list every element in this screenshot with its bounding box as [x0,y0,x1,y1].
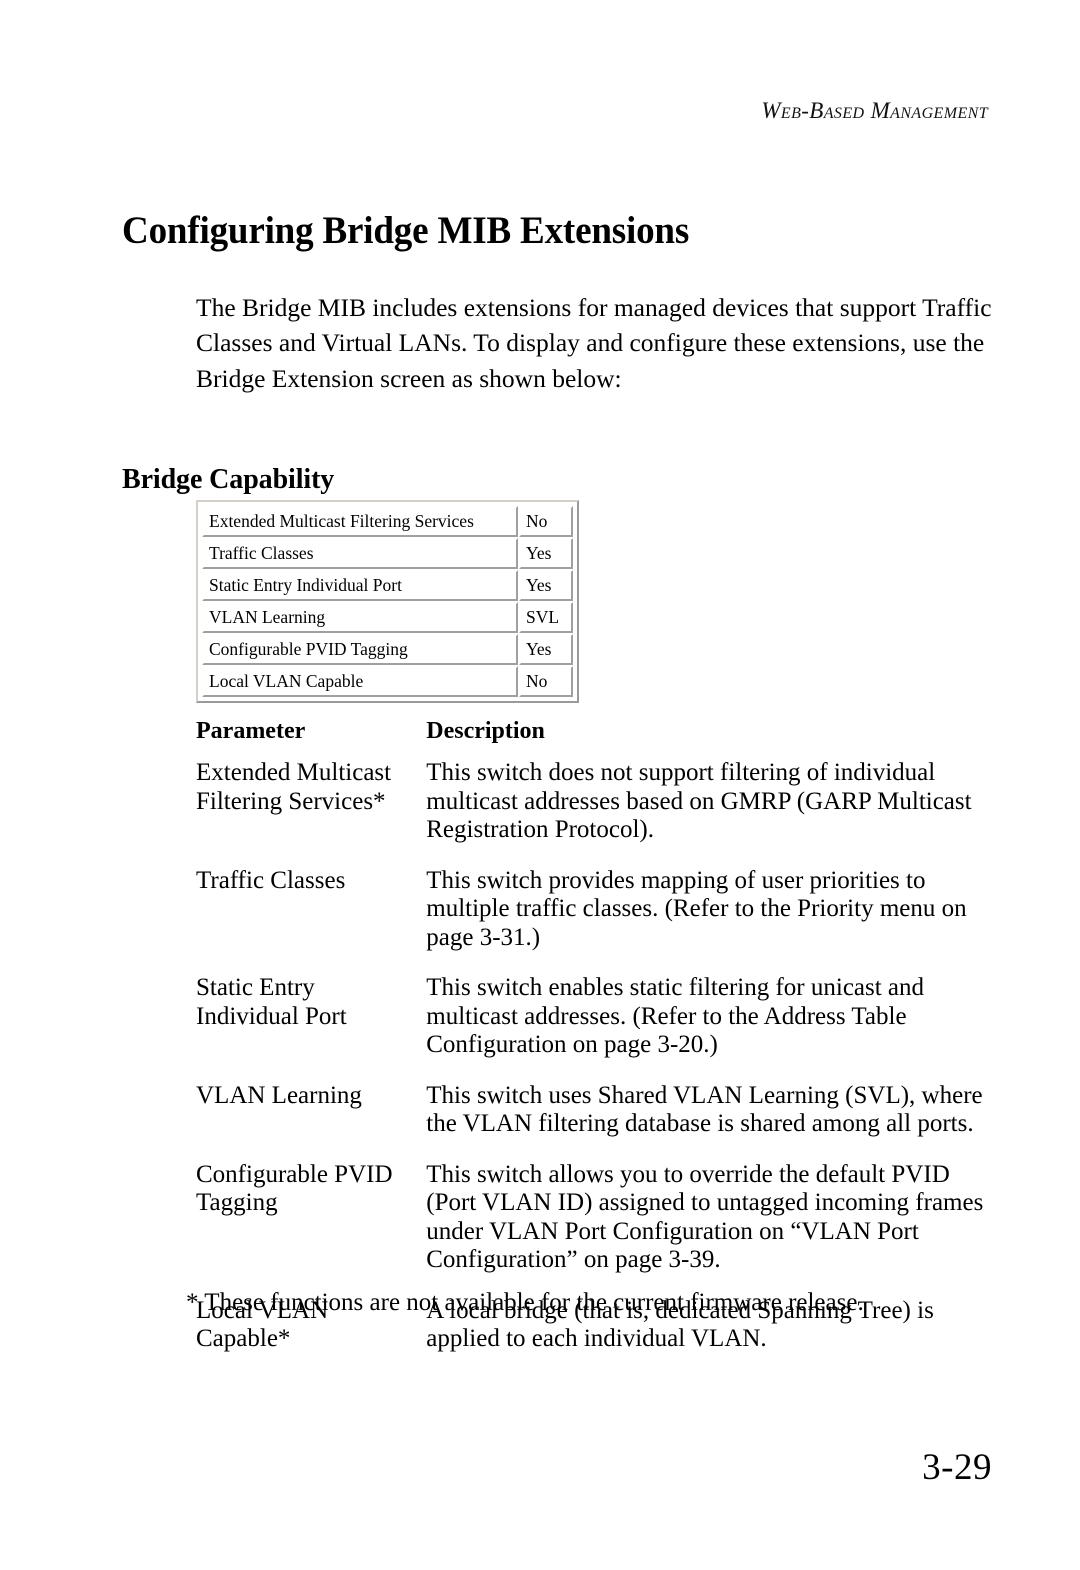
capability-name: Local VLAN Capable [202,666,518,697]
column-header-description: Description [426,718,545,744]
capability-value: No [519,666,573,697]
capability-name: Traffic Classes [202,538,518,569]
capability-name: VLAN Learning [202,602,518,633]
capability-value: No [519,506,573,537]
parameter-description: This switch enables static filtering for… [426,974,925,1058]
table-row: VLAN Learning This switch uses Shared VL… [196,1082,996,1161]
capability-name: Extended Multicast Filtering Services [202,506,518,537]
table-row: Local VLAN Capable No [202,666,573,697]
capability-table: Extended Multicast Filtering Services No… [201,505,574,698]
parameter-name: Extended Multicast Filtering Services* [196,759,392,815]
table-row: Traffic Classes This switch provides map… [196,867,996,975]
column-header-parameter: Parameter [196,718,306,744]
table-row: Traffic Classes Yes [202,538,573,569]
table-row: Extended Multicast Filtering Services No [202,506,573,537]
page-title: Configuring Bridge MIB Extensions [122,209,690,253]
intro-paragraph: The Bridge MIB includes extensions for m… [196,292,992,393]
document-page: Web-Based Management Configuring Bridge … [0,0,1080,1570]
page-number: 3-29 [922,1447,992,1488]
footnote: * These functions are not available for … [186,1289,864,1316]
parameter-description: This switch does not support filtering o… [426,759,972,843]
bridge-capability-screenshot: Extended Multicast Filtering Services No… [196,500,579,703]
parameter-description: This switch provides mapping of user pri… [426,866,967,951]
capability-name: Static Entry Individual Port [202,570,518,601]
parameter-name: Traffic Classes [196,866,346,894]
table-row: Static Entry Individual Port This switch… [196,974,996,1082]
table-row: Configurable PVID Tagging Yes [202,634,573,665]
table-row: Extended Multicast Filtering Services* T… [196,759,996,867]
parameter-name: VLAN Learning [196,1081,362,1109]
capability-value: Yes [519,570,573,601]
parameter-name: Static Entry Individual Port [196,974,347,1030]
section-heading-bridge-capability: Bridge Capability [122,464,335,496]
capability-value: SVL [519,602,573,633]
parameter-description-table: Parameter Description Extended Multicast… [196,718,996,1376]
parameter-description: This switch uses Shared VLAN Learning (S… [426,1081,983,1138]
table-row: Static Entry Individual Port Yes [202,570,573,601]
capability-name: Configurable PVID Tagging [202,634,518,665]
table-header-row: Parameter Description [196,718,996,759]
parameter-description: This switch allows you to override the d… [426,1160,984,1274]
table-row: VLAN Learning SVL [202,602,573,633]
capability-value: Yes [519,538,573,569]
table-row: Configurable PVID Tagging This switch al… [196,1161,996,1297]
running-header: Web-Based Management [761,98,988,123]
parameter-name: Configurable PVID Tagging [196,1160,393,1217]
capability-value: Yes [519,634,573,665]
